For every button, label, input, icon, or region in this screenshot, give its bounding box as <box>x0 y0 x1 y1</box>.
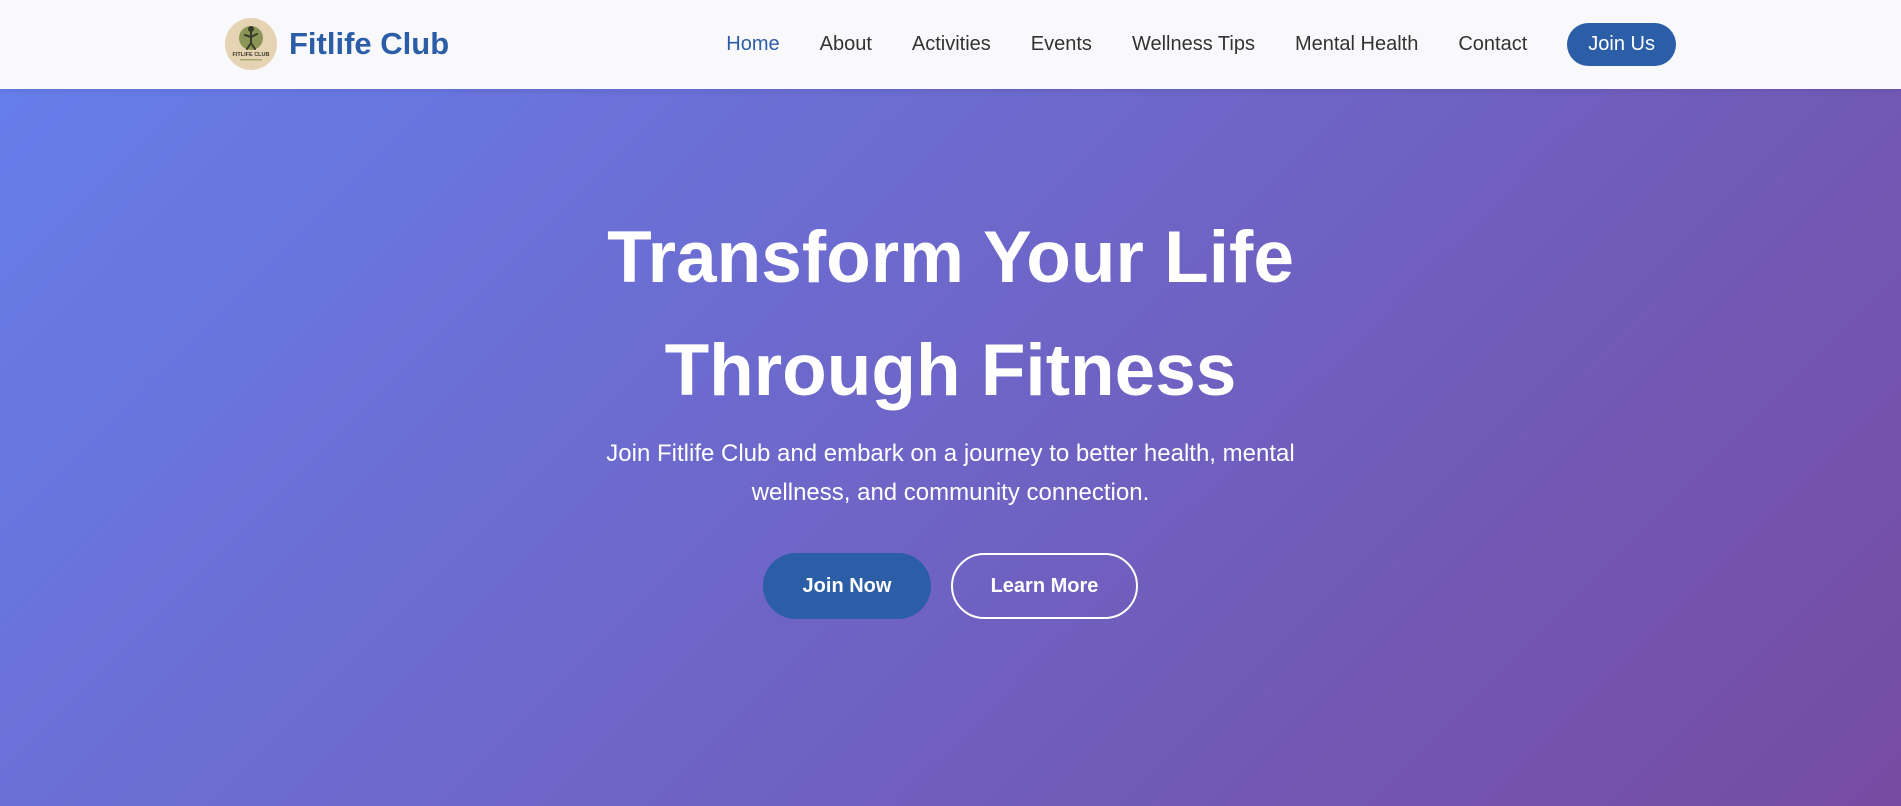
nav-wellness-tips[interactable]: Wellness Tips <box>1132 33 1255 56</box>
nav-about[interactable]: About <box>820 33 872 56</box>
hero-actions: Join Now Learn More <box>0 553 1901 619</box>
join-us-button[interactable]: Join Us <box>1567 23 1676 66</box>
join-now-button[interactable]: Join Now <box>763 553 931 619</box>
hero-title-line-2: Through Fitness <box>664 330 1237 411</box>
logo-emblem-icon: FITLIFE CLUB <box>226 19 276 69</box>
hero-section: Transform Your Life Through Fitness Join… <box>0 89 1901 806</box>
logo-icon[interactable]: FITLIFE CLUB <box>225 18 277 70</box>
nav-mental-health[interactable]: Mental Health <box>1295 33 1418 56</box>
logo-text: FITLIFE CLUB <box>233 52 270 58</box>
nav-home[interactable]: Home <box>726 33 779 56</box>
hero-title: Transform Your Life Through Fitness <box>0 201 1901 427</box>
hero-title-line-1: Transform Your Life <box>607 217 1294 298</box>
nav-activities[interactable]: Activities <box>912 33 991 56</box>
learn-more-button[interactable]: Learn More <box>951 553 1138 619</box>
nav-events[interactable]: Events <box>1031 33 1092 56</box>
main-nav: Home About Activities Events Wellness Ti… <box>726 23 1676 66</box>
nav-contact[interactable]: Contact <box>1458 33 1527 56</box>
site-header: FITLIFE CLUB Fitlife Club Home About Act… <box>0 0 1901 89</box>
brand-name[interactable]: Fitlife Club <box>289 26 449 62</box>
hero-subtitle: Join Fitlife Club and embark on a journe… <box>606 440 1295 506</box>
brand[interactable]: FITLIFE CLUB Fitlife Club <box>225 18 449 70</box>
